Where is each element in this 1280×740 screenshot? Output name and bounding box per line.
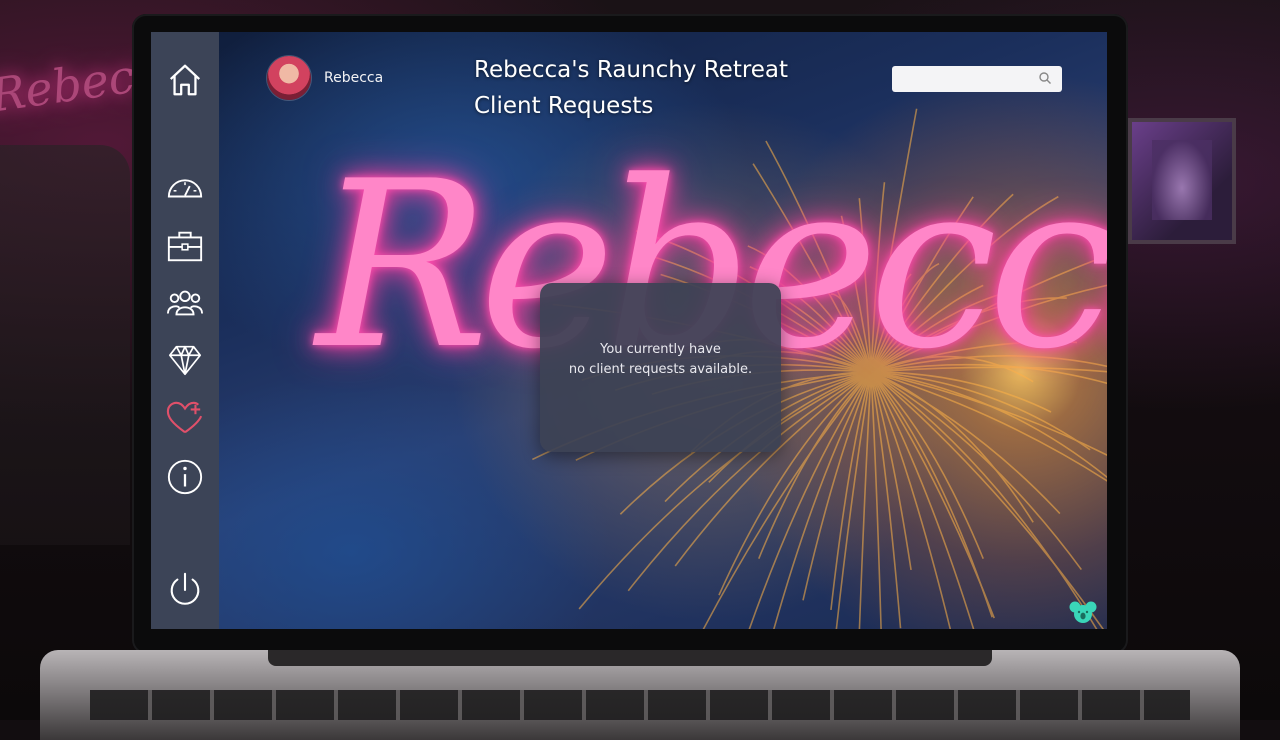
user-profile[interactable]: Rebecca xyxy=(267,56,383,100)
sidebar-item-client-requests[interactable] xyxy=(164,397,206,439)
app-title: Rebecca's Raunchy Retreat xyxy=(474,57,789,83)
users-icon xyxy=(166,290,204,316)
sidebar-item-clients[interactable] xyxy=(164,282,206,324)
empty-state-card: You currently have no client requests av… xyxy=(540,283,781,452)
section-title: Client Requests xyxy=(474,93,654,119)
power-icon xyxy=(170,572,200,605)
user-name: Rebecca xyxy=(324,70,384,86)
sidebar-item-rewards[interactable] xyxy=(164,339,206,381)
koala-logo-icon[interactable] xyxy=(1069,598,1097,626)
sidebar-item-home[interactable] xyxy=(164,59,206,101)
search-input[interactable] xyxy=(898,66,1042,92)
heart-plus-icon xyxy=(166,401,203,434)
laptop-keyboard xyxy=(90,690,1190,720)
sidebar-item-info[interactable] xyxy=(164,456,206,498)
home-icon xyxy=(169,64,201,96)
sidebar-item-jobs[interactable] xyxy=(164,225,206,267)
page-title: Rebecca's Raunchy Retreat Client Request… xyxy=(474,52,788,124)
empty-state-line2: no client requests available. xyxy=(568,362,753,377)
search-box xyxy=(892,66,1062,92)
speedometer-icon xyxy=(167,179,203,198)
wall-picture-frame xyxy=(1128,118,1236,244)
info-icon xyxy=(167,459,203,495)
search-icon[interactable] xyxy=(1038,71,1052,85)
empty-state-line1: You currently have xyxy=(600,342,721,357)
laptop-hinge xyxy=(268,650,992,666)
sidebar-item-power[interactable] xyxy=(164,569,206,611)
sidebar-item-dashboard[interactable] xyxy=(164,166,206,208)
firework-ray xyxy=(870,371,1104,629)
room-shelf xyxy=(0,145,130,545)
laptop-screen: Rebecca's xyxy=(151,32,1107,629)
sidebar xyxy=(151,32,219,629)
briefcase-icon xyxy=(167,231,203,262)
avatar xyxy=(267,56,311,100)
diamond-icon xyxy=(168,345,202,376)
